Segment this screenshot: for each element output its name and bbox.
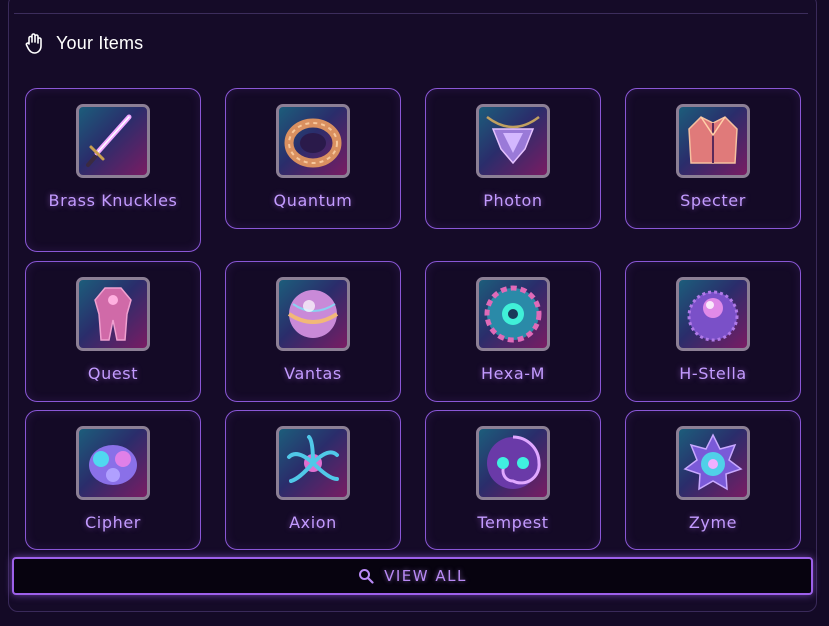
item-card[interactable]: Brass Knuckles bbox=[25, 88, 201, 252]
view-all-button[interactable]: VIEW ALL bbox=[12, 557, 813, 595]
blob-creature-icon bbox=[76, 426, 150, 500]
ring-icon bbox=[276, 104, 350, 178]
spiked-orb-icon bbox=[676, 277, 750, 351]
section-title: Your Items bbox=[56, 32, 144, 53]
jacket-icon bbox=[676, 104, 750, 178]
item-label: Axion bbox=[289, 513, 337, 532]
item-card[interactable]: Quest bbox=[25, 261, 201, 402]
item-card[interactable]: Vantas bbox=[225, 261, 401, 402]
item-label: Tempest bbox=[477, 513, 549, 532]
item-card[interactable]: Cipher bbox=[25, 410, 201, 550]
item-label: Zyme bbox=[688, 513, 738, 532]
item-label: Cipher bbox=[85, 513, 141, 532]
section-header: Your Items bbox=[24, 30, 143, 56]
armor-suit-icon bbox=[76, 277, 150, 351]
item-card[interactable]: Tempest bbox=[425, 410, 601, 550]
sword-icon bbox=[76, 104, 150, 178]
orb-icon bbox=[276, 277, 350, 351]
item-card[interactable]: Zyme bbox=[625, 410, 801, 550]
item-card[interactable]: Photon bbox=[425, 88, 601, 229]
item-label: Specter bbox=[680, 191, 746, 210]
item-card[interactable]: Specter bbox=[625, 88, 801, 229]
item-label: Brass Knuckles bbox=[48, 191, 178, 210]
item-label: Vantas bbox=[284, 364, 342, 383]
star-core-icon bbox=[676, 426, 750, 500]
item-label: Photon bbox=[483, 191, 543, 210]
hand-icon bbox=[24, 32, 44, 54]
item-label: H-Stella bbox=[679, 364, 747, 383]
item-label: Hexa-M bbox=[480, 364, 546, 383]
spiral-disc-icon bbox=[476, 277, 550, 351]
search-icon bbox=[358, 568, 374, 584]
item-label: Quest bbox=[87, 364, 139, 383]
view-all-label: VIEW ALL bbox=[384, 567, 467, 585]
item-label: Quantum bbox=[273, 191, 353, 210]
tentacle-creature-icon bbox=[276, 426, 350, 500]
divider bbox=[14, 13, 808, 14]
amulet-icon bbox=[476, 104, 550, 178]
item-card[interactable]: Axion bbox=[225, 410, 401, 550]
item-card[interactable]: H-Stella bbox=[625, 261, 801, 402]
item-card[interactable]: Quantum bbox=[225, 88, 401, 229]
vortex-icon bbox=[476, 426, 550, 500]
item-card[interactable]: Hexa-M bbox=[425, 261, 601, 402]
